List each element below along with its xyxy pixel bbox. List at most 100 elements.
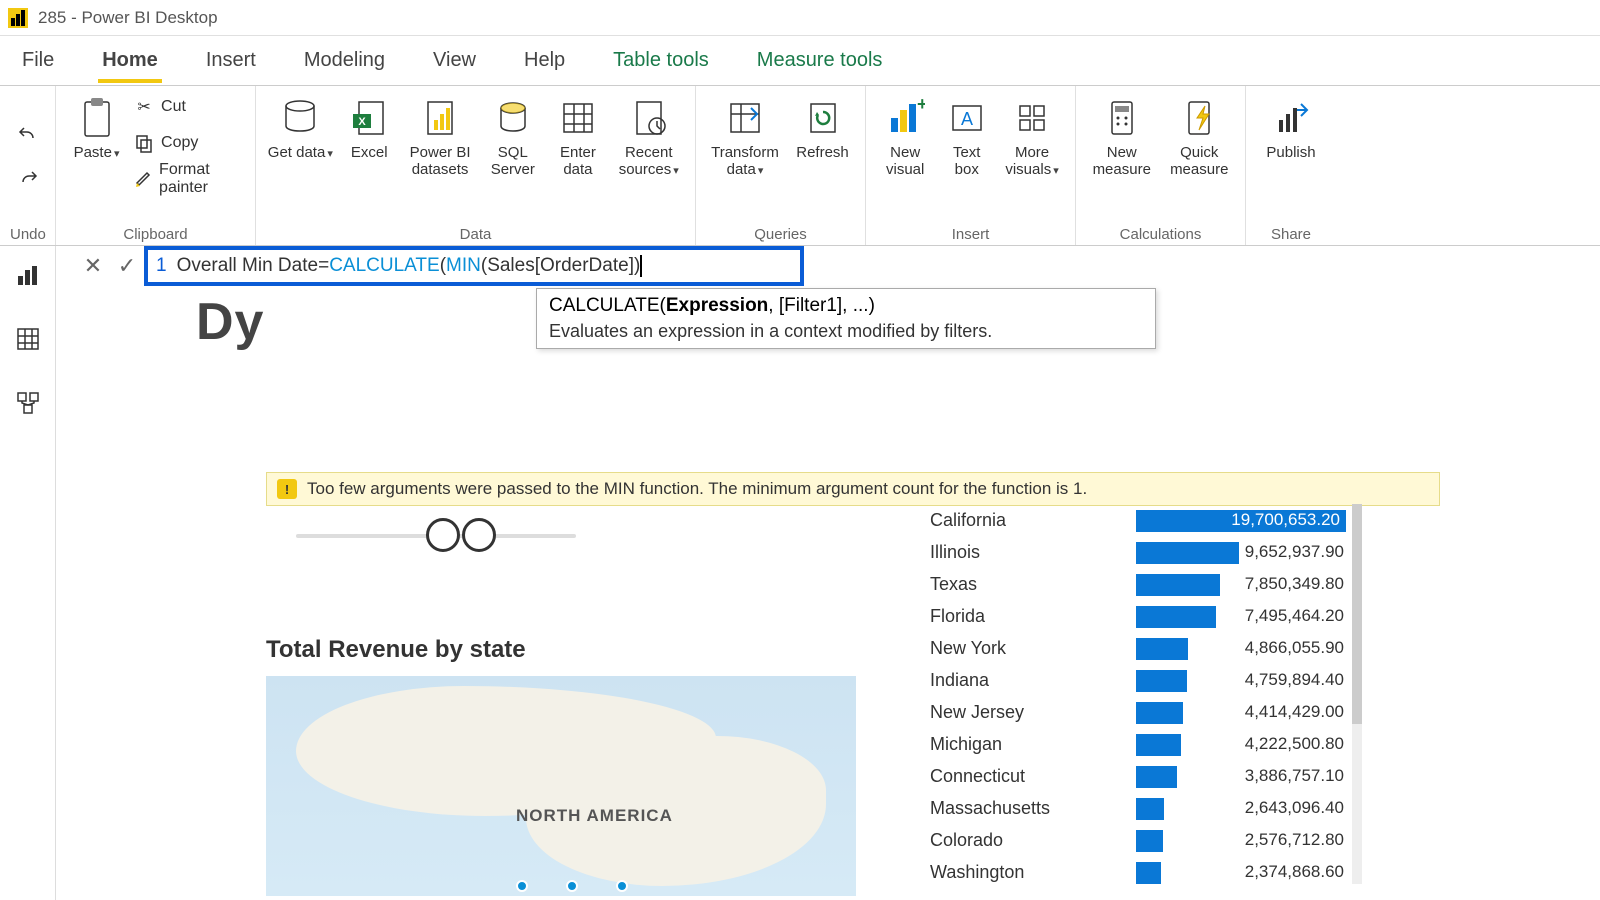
get-data-button[interactable]: Get data — [266, 92, 335, 216]
commit-formula-button[interactable]: ✓ — [110, 249, 144, 283]
page-title-fragment: Dy — [196, 292, 264, 352]
cut-button[interactable]: ✂Cut — [133, 92, 245, 122]
model-view-button[interactable] — [13, 388, 43, 418]
cancel-formula-button[interactable]: ✕ — [76, 249, 110, 283]
chart-bar-wrap: 4,222,500.80 — [1136, 732, 1346, 756]
format-painter-button[interactable]: Format painter — [133, 164, 245, 194]
tab-home[interactable]: Home — [98, 39, 162, 82]
chart-category: Colorado — [926, 830, 1136, 851]
recent-sources-button[interactable]: Recent sources — [613, 92, 685, 216]
transform-icon — [723, 96, 767, 140]
chart-scrollbar[interactable] — [1352, 504, 1362, 884]
group-undo-label: Undo — [10, 226, 45, 243]
chart-row[interactable]: Connecticut3,886,757.10 — [926, 760, 1346, 792]
chart-row[interactable]: Washington2,374,868.60 — [926, 856, 1346, 888]
map-data-point[interactable] — [566, 880, 578, 892]
chart-value: 4,222,500.80 — [1136, 734, 1346, 754]
chart-bar-wrap: 4,414,429.00 — [1136, 700, 1346, 724]
chart-value: 19,700,653.20 — [1136, 510, 1346, 530]
map-data-point[interactable] — [616, 880, 628, 892]
chart-bar-wrap: 4,866,055.90 — [1136, 636, 1346, 660]
error-message: Too few arguments were passed to the MIN… — [307, 479, 1087, 499]
sql-server-button[interactable]: SQL Server — [482, 92, 543, 216]
tab-modeling[interactable]: Modeling — [300, 39, 389, 82]
chart-row[interactable]: Indiana4,759,894.40 — [926, 664, 1346, 696]
formula-bar: ✕ ✓ 1 Overall Min Date = CALCULATE ( MIN… — [76, 246, 1580, 286]
chart-row[interactable]: Massachusetts2,643,096.40 — [926, 792, 1346, 824]
tab-insert[interactable]: Insert — [202, 39, 260, 82]
tab-file[interactable]: File — [18, 39, 58, 82]
svg-text:X: X — [359, 116, 367, 128]
chart-bar-wrap: 3,886,757.10 — [1136, 764, 1346, 788]
chart-row[interactable]: Florida7,495,464.20 — [926, 600, 1346, 632]
sql-icon — [491, 96, 535, 140]
chart-category: Massachusetts — [926, 798, 1136, 819]
more-visuals-button[interactable]: More visuals — [999, 92, 1065, 216]
group-calc-label: Calculations — [1086, 226, 1235, 243]
undo-icon — [17, 124, 39, 146]
chart-row[interactable]: Texas7,850,349.80 — [926, 568, 1346, 600]
chart-category: Illinois — [926, 542, 1136, 563]
redo-button[interactable] — [17, 164, 39, 194]
chart-bar-wrap: 9,652,937.90 — [1136, 540, 1346, 564]
report-canvas: ✕ ✓ 1 Overall Min Date = CALCULATE ( MIN… — [56, 246, 1600, 900]
new-visual-button[interactable]: +New visual — [876, 92, 934, 216]
enter-data-button[interactable]: Enter data — [549, 92, 606, 216]
chart-bar-wrap: 7,850,349.80 — [1136, 572, 1346, 596]
chart-category: Indiana — [926, 670, 1136, 691]
error-bar: ! Too few arguments were passed to the M… — [266, 472, 1440, 506]
tooltip-description: Evaluates an expression in a context mod… — [549, 321, 1143, 342]
view-switcher — [0, 246, 56, 900]
text-box-button[interactable]: AText box — [940, 92, 993, 216]
chart-row[interactable]: Illinois9,652,937.90 — [926, 536, 1346, 568]
tab-help[interactable]: Help — [520, 39, 569, 82]
group-insert-label: Insert — [876, 226, 1065, 243]
chart-row[interactable]: New Jersey4,414,429.00 — [926, 696, 1346, 728]
tab-view[interactable]: View — [429, 39, 480, 82]
bar-chart-visual[interactable]: California19,700,653.20Illinois9,652,937… — [926, 504, 1346, 888]
chart-bar-wrap: 4,759,894.40 — [1136, 668, 1346, 692]
slider-handle-max[interactable] — [462, 518, 496, 552]
pbi-datasets-button[interactable]: Power BI datasets — [404, 92, 476, 216]
paste-button[interactable]: Paste — [66, 92, 127, 216]
app-logo-icon — [8, 8, 28, 28]
chart-row[interactable]: California19,700,653.20 — [926, 504, 1346, 536]
publish-button[interactable]: Publish — [1256, 92, 1326, 216]
range-slider[interactable] — [296, 516, 576, 556]
refresh-button[interactable]: Refresh — [790, 92, 855, 216]
chart-row[interactable]: Michigan4,222,500.80 — [926, 728, 1346, 760]
data-view-button[interactable] — [13, 324, 43, 354]
tab-table-tools[interactable]: Table tools — [609, 39, 713, 82]
new-measure-button[interactable]: New measure — [1086, 92, 1158, 216]
chart-bar-wrap: 2,643,096.40 — [1136, 796, 1346, 820]
chart-category: Connecticut — [926, 766, 1136, 787]
formula-input[interactable]: 1 Overall Min Date = CALCULATE ( MIN ( S… — [144, 246, 804, 286]
chart-value: 4,759,894.40 — [1136, 670, 1346, 690]
slider-handle-min[interactable] — [426, 518, 460, 552]
database-icon — [278, 96, 322, 140]
quick-measure-button[interactable]: Quick measure — [1164, 92, 1236, 216]
brush-icon — [133, 168, 153, 190]
chart-value: 2,576,712.80 — [1136, 830, 1346, 850]
cut-icon: ✂ — [133, 96, 155, 118]
excel-button[interactable]: XExcel — [341, 92, 398, 216]
chart-category: Florida — [926, 606, 1136, 627]
tab-measure-tools[interactable]: Measure tools — [753, 39, 887, 82]
transform-data-button[interactable]: Transform data — [706, 92, 784, 216]
chart-value: 3,886,757.10 — [1136, 766, 1346, 786]
map-visual[interactable]: NORTH AMERICA — [266, 676, 856, 896]
copy-button[interactable]: Copy — [133, 128, 245, 158]
chart-row[interactable]: Colorado2,576,712.80 — [926, 824, 1346, 856]
tooltip-signature: CALCULATE(Expression, [Filter1], ...) — [549, 295, 1143, 317]
scrollbar-thumb[interactable] — [1352, 504, 1362, 724]
chart-bar-wrap: 19,700,653.20 — [1136, 508, 1346, 532]
report-view-button[interactable] — [13, 260, 43, 290]
undo-button[interactable] — [17, 120, 39, 150]
chart-category: New York — [926, 638, 1136, 659]
pbi-datasets-icon — [418, 96, 462, 140]
map-data-point[interactable] — [516, 880, 528, 892]
chart-value: 2,643,096.40 — [1136, 798, 1346, 818]
chart-row[interactable]: New York4,866,055.90 — [926, 632, 1346, 664]
group-data-label: Data — [266, 226, 685, 243]
chart-value: 9,652,937.90 — [1136, 542, 1346, 562]
